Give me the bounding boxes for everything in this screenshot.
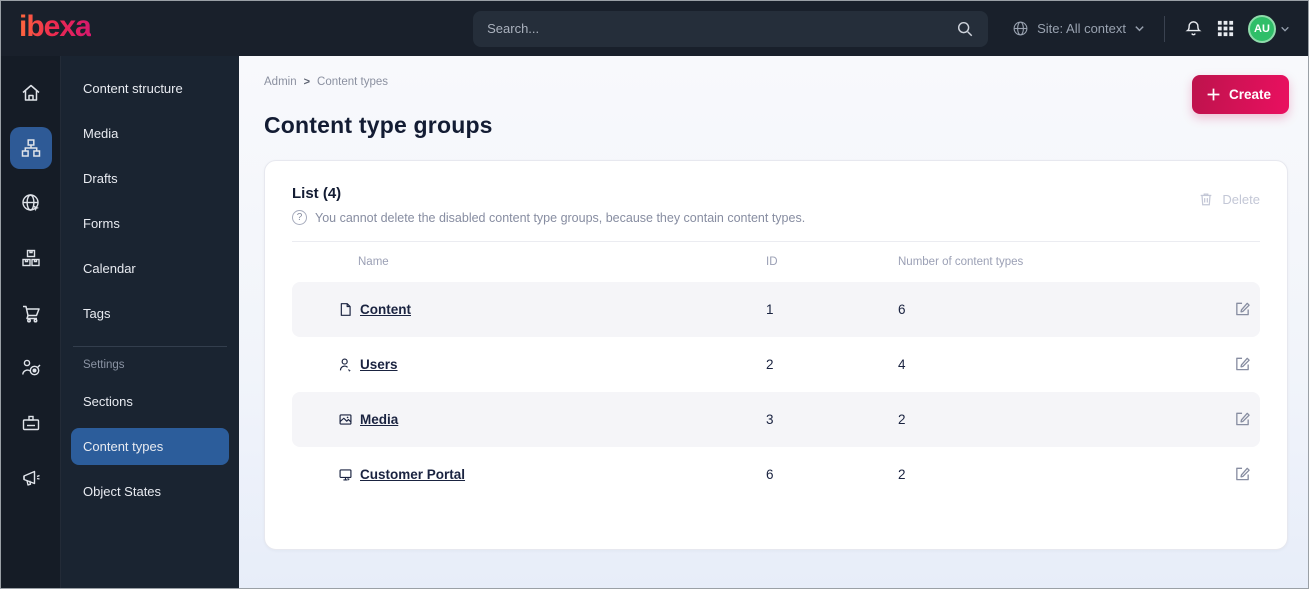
delete-button-label: Delete: [1222, 191, 1260, 207]
edit-button[interactable]: [1224, 355, 1260, 375]
home-icon[interactable]: [10, 72, 52, 114]
table-row: Customer Portal 6 2: [292, 447, 1260, 502]
info-text: You cannot delete the disabled content t…: [315, 210, 806, 225]
app-window: ibexa Site: All context: [0, 0, 1309, 589]
group-id: 1: [766, 302, 774, 317]
cart-icon[interactable]: [10, 292, 52, 334]
group-count: 2: [898, 467, 906, 482]
main-content: Admin > Content types Create Content typ…: [239, 56, 1308, 588]
topbar-divider: [1164, 15, 1165, 42]
sidebar-item-drafts[interactable]: Drafts: [71, 160, 229, 197]
sidebar-item-media[interactable]: Media: [71, 115, 229, 152]
image-icon: [338, 412, 353, 427]
create-button[interactable]: Create: [1191, 75, 1289, 114]
sidebar-item-content-types[interactable]: Content types: [71, 428, 229, 465]
sidebar-item-sections[interactable]: Sections: [71, 383, 229, 420]
user-menu[interactable]: AU: [1248, 14, 1290, 43]
site-globe-icon[interactable]: [10, 182, 52, 224]
group-link-content[interactable]: Content: [360, 302, 411, 317]
column-header-id: ID: [766, 256, 778, 268]
topbar: ibexa Site: All context: [1, 1, 1308, 56]
edit-button[interactable]: [1224, 465, 1260, 485]
table-row: Media 3 2: [292, 392, 1260, 447]
group-id: 2: [766, 357, 774, 372]
sidebar-item-forms[interactable]: Forms: [71, 205, 229, 242]
edit-button[interactable]: [1224, 410, 1260, 430]
breadcrumb-admin[interactable]: Admin: [264, 76, 297, 88]
chevron-down-icon: [1280, 24, 1290, 34]
megaphone-icon[interactable]: [10, 457, 52, 499]
help-circle-icon: [292, 210, 307, 225]
table-row: Content 1 6: [292, 282, 1260, 337]
list-title: List (4): [292, 185, 342, 202]
menu-divider: [73, 346, 227, 347]
group-count: 4: [898, 357, 906, 372]
column-header-name: Name: [358, 256, 389, 268]
page-title: Content type groups: [264, 112, 493, 138]
globe-icon: [1012, 20, 1029, 37]
group-count: 6: [898, 302, 906, 317]
trash-icon: [1198, 191, 1214, 207]
chevron-down-icon: [1134, 23, 1145, 34]
table-row: Users 2 4: [292, 337, 1260, 392]
sidebar-item-calendar[interactable]: Calendar: [71, 250, 229, 287]
ibexa-logo[interactable]: ibexa: [19, 11, 92, 46]
group-link-customer-portal[interactable]: Customer Portal: [360, 467, 465, 482]
sidebar-menu: Content structure Media Drafts Forms Cal…: [61, 56, 239, 588]
audience-target-icon[interactable]: [10, 347, 52, 389]
sidebar-item-object-states[interactable]: Object States: [71, 473, 229, 510]
content-type-groups-card: List (4) You cannot delete the disabled …: [264, 160, 1288, 550]
file-icon: [338, 302, 353, 317]
group-link-users[interactable]: Users: [360, 357, 398, 372]
breadcrumb-content-types: Content types: [317, 76, 389, 88]
delete-button[interactable]: Delete: [1198, 185, 1260, 207]
group-id: 6: [766, 467, 774, 482]
settings-section-label: Settings: [83, 359, 125, 371]
user-icon: [338, 357, 353, 372]
notifications-bell-icon[interactable]: [1184, 19, 1203, 38]
table-header: Name ID Number of content types: [292, 242, 1260, 282]
group-link-media[interactable]: Media: [360, 412, 398, 427]
monitor-icon: [338, 467, 353, 482]
search-input[interactable]: [487, 21, 957, 36]
sidebar-item-tags[interactable]: Tags: [71, 295, 229, 332]
breadcrumb-separator: >: [303, 76, 311, 88]
sidebar-item-content-structure[interactable]: Content structure: [71, 70, 229, 107]
group-count: 2: [898, 412, 906, 427]
info-line: You cannot delete the disabled content t…: [292, 210, 805, 225]
group-id: 3: [766, 412, 774, 427]
plus-icon: [1206, 87, 1221, 102]
products-icon[interactable]: [10, 237, 52, 279]
badge-icon[interactable]: [10, 402, 52, 444]
create-button-label: Create: [1228, 87, 1271, 102]
content-structure-icon[interactable]: [9, 127, 52, 169]
edit-button[interactable]: [1224, 300, 1260, 320]
site-context-label: Site: All context: [1037, 21, 1126, 36]
avatar[interactable]: AU: [1248, 14, 1276, 43]
icon-rail: [1, 56, 61, 588]
search-icon[interactable]: [956, 20, 974, 38]
breadcrumb: Admin > Content types: [264, 76, 1288, 88]
site-context-selector[interactable]: Site: All context: [1012, 20, 1145, 37]
topbar-right: Site: All context AU: [1012, 14, 1290, 43]
column-header-count: Number of content types: [898, 256, 1024, 268]
app-grid-icon[interactable]: [1216, 19, 1235, 38]
global-search[interactable]: [473, 10, 989, 47]
